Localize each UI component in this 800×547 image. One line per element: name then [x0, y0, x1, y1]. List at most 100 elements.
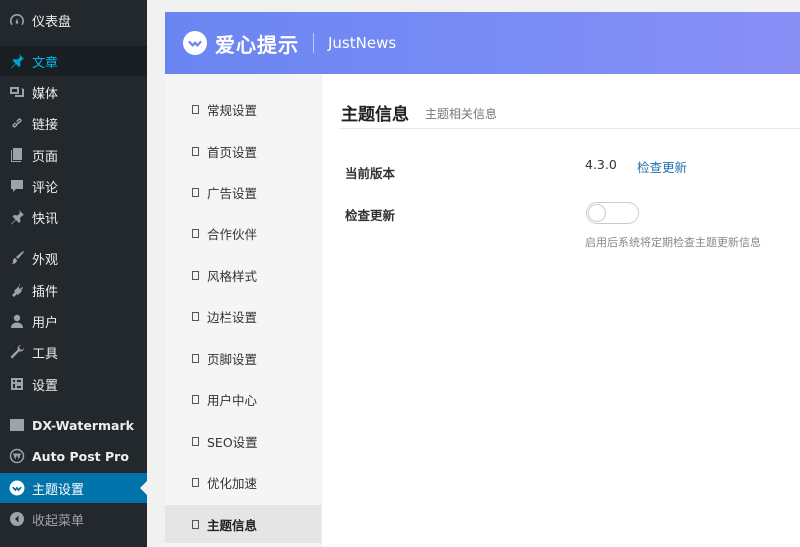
header-divider: [313, 33, 314, 53]
tab-theme-info[interactable]: 主题信息: [165, 505, 321, 543]
check-update-link[interactable]: 检查更新: [637, 157, 687, 176]
tab-user-center[interactable]: 用户中心: [165, 380, 321, 418]
tab-label: 广告设置: [207, 185, 258, 201]
admin-sidebar: 仪表盘 文章 媒体 链接 页面 评论 快讯 外观 插件 用户 工具 设置 DX-…: [0, 0, 147, 547]
sidebar-item-label: 外观: [32, 252, 59, 268]
title-divider: [339, 128, 800, 129]
media-icon: [8, 83, 26, 101]
sidebar-item-media[interactable]: 媒体: [0, 77, 147, 107]
sidebar-item-pages[interactable]: 页面: [0, 140, 147, 170]
sidebar-item-tools[interactable]: 工具: [0, 337, 147, 367]
sidebar-item-label: 主题设置: [32, 482, 85, 498]
tab-partners[interactable]: 合作伙伴: [165, 214, 321, 252]
tab-label: SEO设置: [207, 434, 258, 450]
sidebar-item-label: 快讯: [32, 211, 59, 227]
sidebar-item-plugins[interactable]: 插件: [0, 275, 147, 305]
sidebar-item-theme-settings[interactable]: 主题设置: [0, 473, 147, 503]
tab-label: 风格样式: [207, 268, 258, 284]
panel-header: 爱心提示 JustNews: [165, 12, 800, 74]
collapse-icon: [8, 510, 26, 528]
tab-icon: [192, 187, 199, 197]
tab-label: 边栏设置: [207, 309, 258, 325]
heart-check-icon: [183, 31, 207, 55]
sidebar-item-auto-post-pro[interactable]: Auto Post Pro: [0, 441, 147, 471]
tab-icon: [192, 270, 199, 280]
tab-label: 常规设置: [207, 102, 258, 118]
collapse-menu-button[interactable]: 收起菜单: [0, 504, 147, 534]
sidebar-item-label: 仪表盘: [32, 14, 72, 30]
image-icon: [8, 416, 26, 434]
sidebar-item-label: 用户: [32, 315, 59, 331]
tab-icon: [192, 394, 199, 404]
tab-icon: [192, 436, 199, 446]
sidebar-item-label: 文章: [32, 55, 59, 71]
tab-icon: [192, 228, 199, 238]
plugin-icon: [8, 281, 26, 299]
pushpin-icon: [8, 208, 26, 226]
sidebar-item-flash[interactable]: 快讯: [0, 202, 147, 232]
sidebar-item-posts[interactable]: 文章: [0, 46, 147, 76]
tab-optimization[interactable]: 优化加速: [165, 463, 321, 501]
tab-label: 页脚设置: [207, 351, 258, 367]
tab-footer[interactable]: 页脚设置: [165, 339, 321, 377]
sidebar-item-label: 页面: [32, 149, 59, 165]
toggle-knob: [588, 204, 606, 222]
section-title: 主题信息: [341, 105, 409, 125]
paintbrush-icon: [8, 249, 26, 267]
tab-sidebar[interactable]: 边栏设置: [165, 297, 321, 335]
tab-general[interactable]: 常规设置: [165, 90, 321, 128]
version-label: 当前版本: [345, 166, 396, 181]
tab-ads[interactable]: 广告设置: [165, 173, 321, 211]
settings-tabs: 常规设置 首页设置 广告设置 合作伙伴 风格样式 边栏设置 页脚设置 用户中心: [165, 74, 322, 547]
theme-options-panel: 爱心提示 JustNews 常规设置 首页设置 广告设置 合作伙伴 风格样式 边…: [165, 12, 800, 547]
version-value: 4.3.0: [585, 157, 617, 172]
tab-icon: [192, 104, 199, 114]
tab-label: 优化加速: [207, 475, 258, 491]
settings-icon: [8, 375, 26, 393]
sidebar-item-label: 媒体: [32, 86, 59, 102]
page-icon: [8, 146, 26, 164]
dashboard-icon: [8, 11, 26, 29]
tab-seo[interactable]: SEO设置: [165, 422, 321, 460]
sidebar-item-settings[interactable]: 设置: [0, 369, 147, 399]
sidebar-item-label: 收起菜单: [32, 513, 85, 529]
tab-style[interactable]: 风格样式: [165, 256, 321, 294]
sidebar-item-dx-watermark[interactable]: DX-Watermark: [0, 410, 147, 440]
update-check-help: 启用后系统将定期检查主题更新信息: [585, 236, 761, 249]
link-icon: [8, 114, 26, 132]
sidebar-item-appearance[interactable]: 外观: [0, 243, 147, 273]
update-check-label: 检查更新: [345, 208, 396, 223]
sidebar-item-label: 插件: [32, 284, 59, 300]
sidebar-item-label: 设置: [32, 378, 59, 394]
sidebar-item-comments[interactable]: 评论: [0, 171, 147, 201]
sidebar-item-links[interactable]: 链接: [0, 108, 147, 138]
theme-name: JustNews: [328, 34, 397, 52]
sidebar-item-label: DX-Watermark: [32, 417, 134, 433]
section-subtitle: 主题相关信息: [425, 107, 498, 121]
tab-icon: [192, 519, 199, 529]
settings-content: 主题信息 主题相关信息 当前版本 4.3.0 检查更新 检查更新 启用后系统将定…: [321, 74, 800, 547]
user-icon: [8, 312, 26, 330]
update-check-toggle[interactable]: [586, 202, 639, 224]
sidebar-item-label: Auto Post Pro: [32, 448, 129, 464]
tab-icon: [192, 311, 199, 321]
sidebar-item-label: 工具: [32, 346, 59, 362]
wordpress-icon: [8, 447, 26, 465]
tab-icon: [192, 146, 199, 156]
heart-check-icon: [8, 479, 26, 497]
brand-name: 爱心提示: [215, 32, 299, 57]
tab-label: 用户中心: [207, 392, 258, 408]
sidebar-item-label: 链接: [32, 117, 59, 133]
pushpin-icon: [8, 52, 26, 70]
tab-label: 首页设置: [207, 144, 258, 160]
sidebar-item-users[interactable]: 用户: [0, 306, 147, 336]
tab-homepage[interactable]: 首页设置: [165, 132, 321, 170]
tab-label: 合作伙伴: [207, 226, 258, 242]
comment-icon: [8, 177, 26, 195]
sidebar-item-label: 评论: [32, 180, 59, 196]
sidebar-item-dashboard[interactable]: 仪表盘: [0, 5, 147, 35]
tab-label: 主题信息: [207, 517, 258, 533]
tab-icon: [192, 477, 199, 487]
tab-icon: [192, 353, 199, 363]
wrench-icon: [8, 343, 26, 361]
